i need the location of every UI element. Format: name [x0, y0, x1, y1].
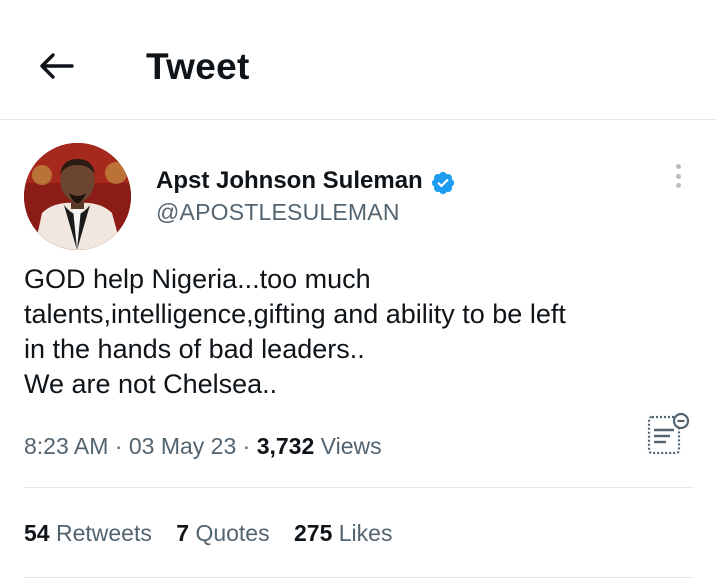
author-handle[interactable]: @APOSTLESULEMAN	[156, 198, 400, 226]
tweet-text: GOD help Nigeria...too much talents,inte…	[24, 262, 694, 402]
analytics-button[interactable]	[644, 410, 692, 458]
verified-badge-icon	[431, 171, 455, 195]
quotes-stat[interactable]: 7 Quotes	[176, 520, 269, 546]
tweet-line: GOD help Nigeria...too much	[24, 264, 371, 294]
more-options-button[interactable]	[668, 160, 688, 192]
likes-stat[interactable]: 275 Likes	[294, 520, 392, 546]
top-bar: Tweet	[0, 0, 716, 120]
tweet-line: in the hands of bad leaders..	[24, 334, 365, 364]
tweet-time[interactable]: 8:23 AM	[24, 433, 108, 459]
retweets-stat[interactable]: 54 Retweets	[24, 520, 152, 546]
meta-separator: ·	[242, 433, 251, 459]
tweet-date[interactable]: 03 May 23	[129, 433, 236, 459]
retweets-label: Retweets	[55, 520, 152, 546]
views-label[interactable]: Views	[321, 433, 382, 459]
avatar[interactable]	[24, 143, 131, 250]
engagement-stats: 54 Retweets 7 Quotes 275 Likes	[24, 518, 410, 548]
likes-count: 275	[293, 520, 333, 546]
author-name[interactable]: Apst Johnson Suleman	[156, 166, 423, 196]
analytics-icon	[647, 412, 690, 455]
divider	[24, 487, 694, 488]
arrow-left-icon	[40, 53, 74, 79]
tweet-line: We are not Chelsea..	[24, 369, 278, 399]
likes-label: Likes	[338, 520, 393, 546]
page-title: Tweet	[146, 46, 250, 87]
back-button[interactable]	[30, 44, 82, 88]
retweets-count: 54	[24, 520, 50, 546]
meta-separator: ·	[114, 433, 123, 459]
more-dots-icon	[675, 164, 681, 169]
tweet-meta: 8:23 AM · 03 May 23 · 3,732 Views	[24, 431, 382, 461]
views-count[interactable]: 3,732	[257, 433, 315, 459]
tweet-line: talents,intelligence,gifting and ability…	[24, 299, 566, 329]
divider	[24, 577, 694, 578]
quotes-label: Quotes	[195, 520, 270, 546]
quotes-count: 7	[176, 520, 190, 546]
